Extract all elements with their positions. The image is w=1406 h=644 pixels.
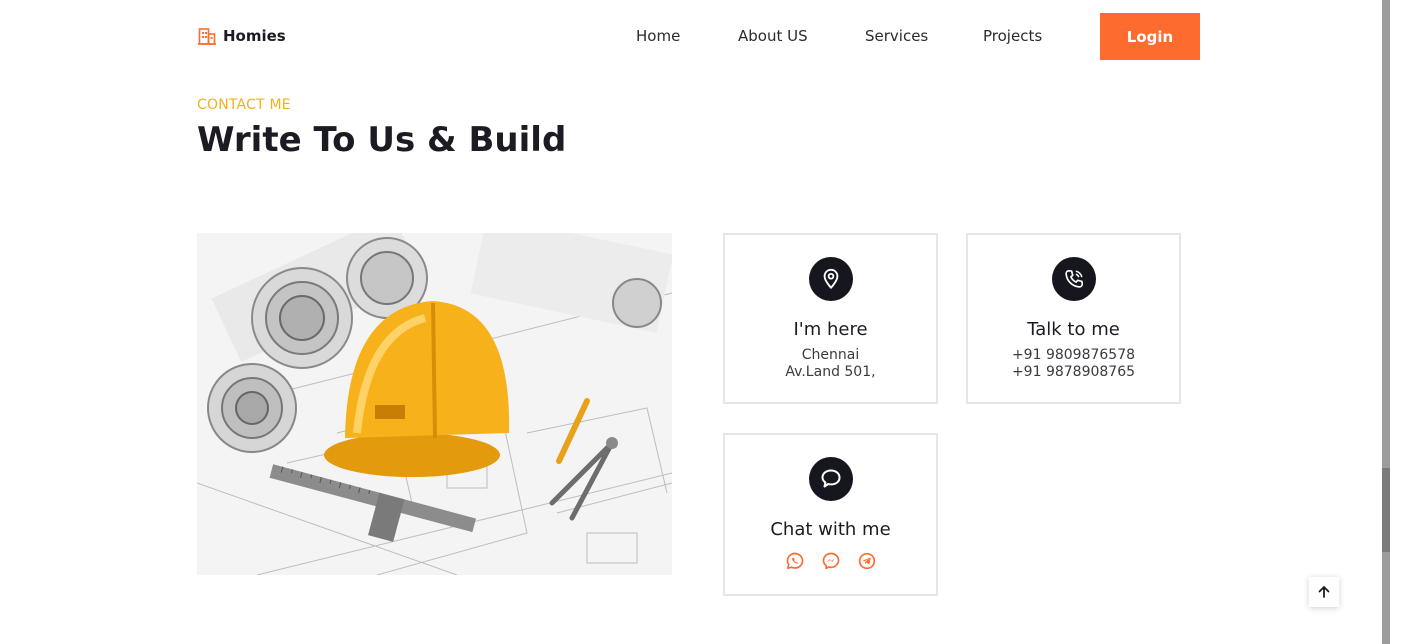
- phone-icon: [1052, 257, 1096, 301]
- card-title: I'm here: [793, 319, 868, 340]
- section-eyebrow: CONTACT ME: [197, 97, 291, 113]
- arrow-up-icon: [1318, 586, 1330, 598]
- map-pin-icon: [809, 257, 853, 301]
- nav-link-services[interactable]: Services: [865, 26, 928, 46]
- login-button[interactable]: Login: [1100, 13, 1200, 60]
- phone-number-2[interactable]: +91 9878908765: [968, 364, 1179, 380]
- telegram-icon[interactable]: [857, 551, 877, 571]
- contact-card-location: I'm here Chennai Av.Land 501,: [723, 233, 938, 404]
- nav-link-projects[interactable]: Projects: [983, 26, 1042, 46]
- construction-helmet-blueprints-image: [197, 233, 672, 575]
- page-scrollbar[interactable]: [1382, 0, 1390, 644]
- address-line-1: Chennai: [801, 347, 860, 363]
- whatsapp-icon[interactable]: [785, 551, 805, 571]
- address-line-2: Av.Land 501,: [785, 364, 876, 380]
- brand-name: Homies: [223, 27, 286, 45]
- brand-logo[interactable]: Homies: [197, 26, 286, 46]
- messenger-icon[interactable]: [821, 551, 841, 571]
- social-links: [725, 551, 936, 571]
- card-title: Chat with me: [770, 519, 891, 540]
- scroll-gutter: [1390, 0, 1406, 644]
- back-to-top-button[interactable]: [1309, 577, 1339, 607]
- contact-card-phone: Talk to me +91 9809876578 +91 9878908765: [966, 233, 1181, 404]
- nav-link-home[interactable]: Home: [636, 26, 680, 46]
- nav-link-about[interactable]: About US: [738, 26, 808, 46]
- section-title: Write To Us & Build: [197, 120, 567, 160]
- phone-number-1[interactable]: +91 9809876578: [968, 347, 1179, 363]
- contact-card-chat: Chat with me: [723, 433, 938, 596]
- scrollbar-thumb[interactable]: [1382, 468, 1390, 552]
- card-title: Talk to me: [1027, 319, 1120, 340]
- building-icon: [198, 28, 216, 45]
- chat-bubble-icon: [809, 457, 853, 501]
